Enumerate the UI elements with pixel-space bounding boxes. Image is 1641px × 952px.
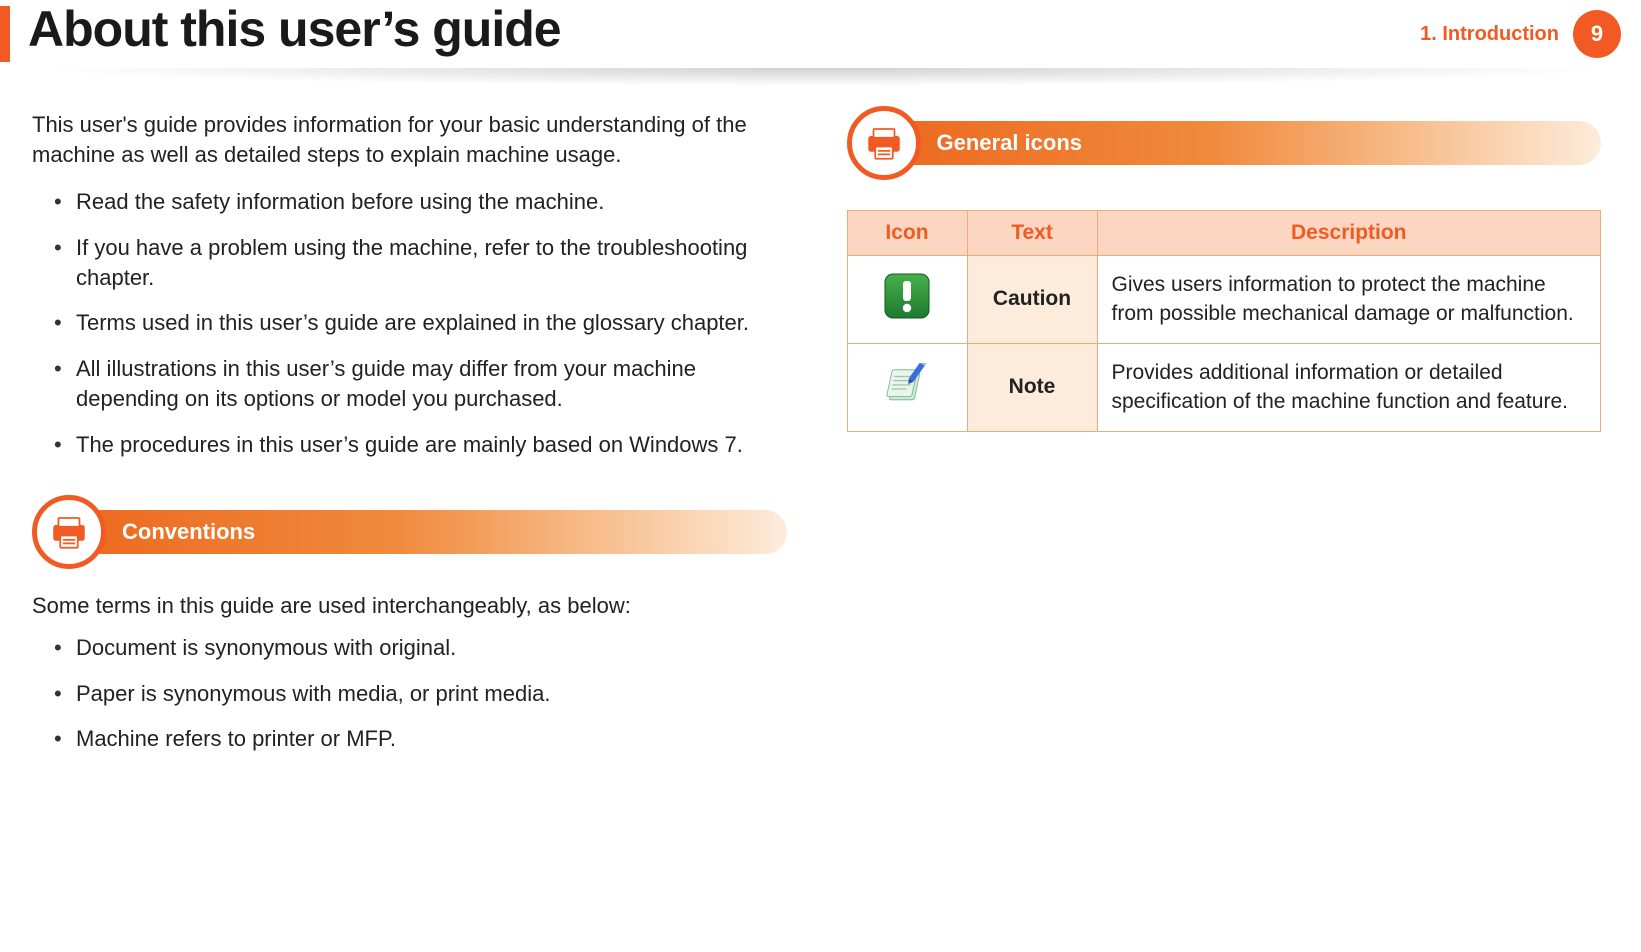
list-item: Paper is synonymous with media, or print…	[54, 679, 787, 709]
banner-circle	[847, 106, 921, 180]
conventions-section-banner: Conventions	[32, 499, 787, 565]
banner-circle	[32, 495, 106, 569]
cell-description: Gives users information to protect the m…	[1097, 256, 1601, 344]
intro-paragraph: This user's guide provides information f…	[32, 110, 787, 169]
th-text: Text	[967, 211, 1097, 256]
conventions-intro: Some terms in this guide are used interc…	[32, 591, 787, 621]
intro-bullet-list: Read the safety information before using…	[54, 187, 787, 459]
page-number: 9	[1591, 21, 1603, 47]
cell-description: Provides additional information or detai…	[1097, 343, 1601, 431]
page-number-badge: 9	[1573, 10, 1621, 58]
note-icon	[882, 363, 932, 405]
conventions-title: Conventions	[122, 519, 255, 545]
chapter-label: 1. Introduction	[1420, 23, 1559, 46]
general-icons-table: Icon Text Description	[847, 210, 1602, 432]
list-item: If you have a problem using the machine,…	[54, 233, 787, 292]
right-column: General icons Icon Text Description	[847, 110, 1602, 770]
cell-text: Note	[967, 343, 1097, 431]
title-wrap: About this user’s guide	[0, 0, 561, 62]
cell-icon	[847, 343, 967, 431]
banner-bar: Conventions	[78, 510, 787, 554]
general-icons-title: General icons	[937, 130, 1083, 156]
table-row: Caution Gives users information to prote…	[847, 256, 1601, 344]
list-item: Machine refers to printer or MFP.	[54, 724, 787, 754]
th-icon: Icon	[847, 211, 967, 256]
page-title: About this user’s guide	[28, 0, 561, 58]
header-accent-bar	[0, 6, 10, 62]
general-icons-section-banner: General icons	[847, 110, 1602, 176]
page-header: About this user’s guide 1. Introduction …	[0, 0, 1641, 62]
table-header-row: Icon Text Description	[847, 211, 1601, 256]
header-divider-shadow	[28, 68, 1621, 86]
list-item: Document is synonymous with original.	[54, 633, 787, 663]
th-description: Description	[1097, 211, 1601, 256]
content-columns: This user's guide provides information f…	[0, 86, 1641, 770]
cell-icon	[847, 256, 967, 344]
cell-text: Caution	[967, 256, 1097, 344]
list-item: The procedures in this user’s guide are …	[54, 430, 787, 460]
printer-icon	[863, 122, 905, 164]
printer-icon	[48, 511, 90, 553]
conventions-bullet-list: Document is synonymous with original. Pa…	[54, 633, 787, 754]
header-right: 1. Introduction 9	[1420, 10, 1621, 58]
banner-bar: General icons	[893, 121, 1602, 165]
list-item: Terms used in this user’s guide are expl…	[54, 308, 787, 338]
list-item: All illustrations in this user’s guide m…	[54, 354, 787, 413]
caution-icon	[882, 271, 932, 321]
table-row: Note Provides additional information or …	[847, 343, 1601, 431]
list-item: Read the safety information before using…	[54, 187, 787, 217]
left-column: This user's guide provides information f…	[32, 110, 787, 770]
